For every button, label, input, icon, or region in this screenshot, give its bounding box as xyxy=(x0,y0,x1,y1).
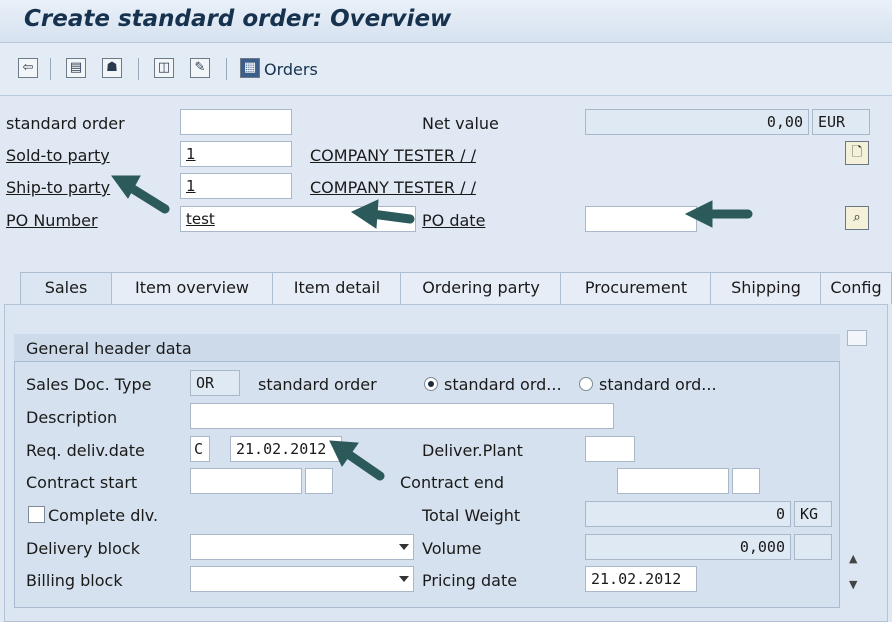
arrow-head-po-date xyxy=(684,200,713,228)
arrow-head-po-number xyxy=(350,199,379,229)
annotation-arrows xyxy=(111,175,753,481)
tab-sales[interactable]: Sales xyxy=(20,272,112,304)
arrow-shaft-req-deliv xyxy=(343,449,385,481)
arrow-shaft-po-number xyxy=(367,209,415,224)
arrow-shaft-sold-to xyxy=(123,181,170,214)
